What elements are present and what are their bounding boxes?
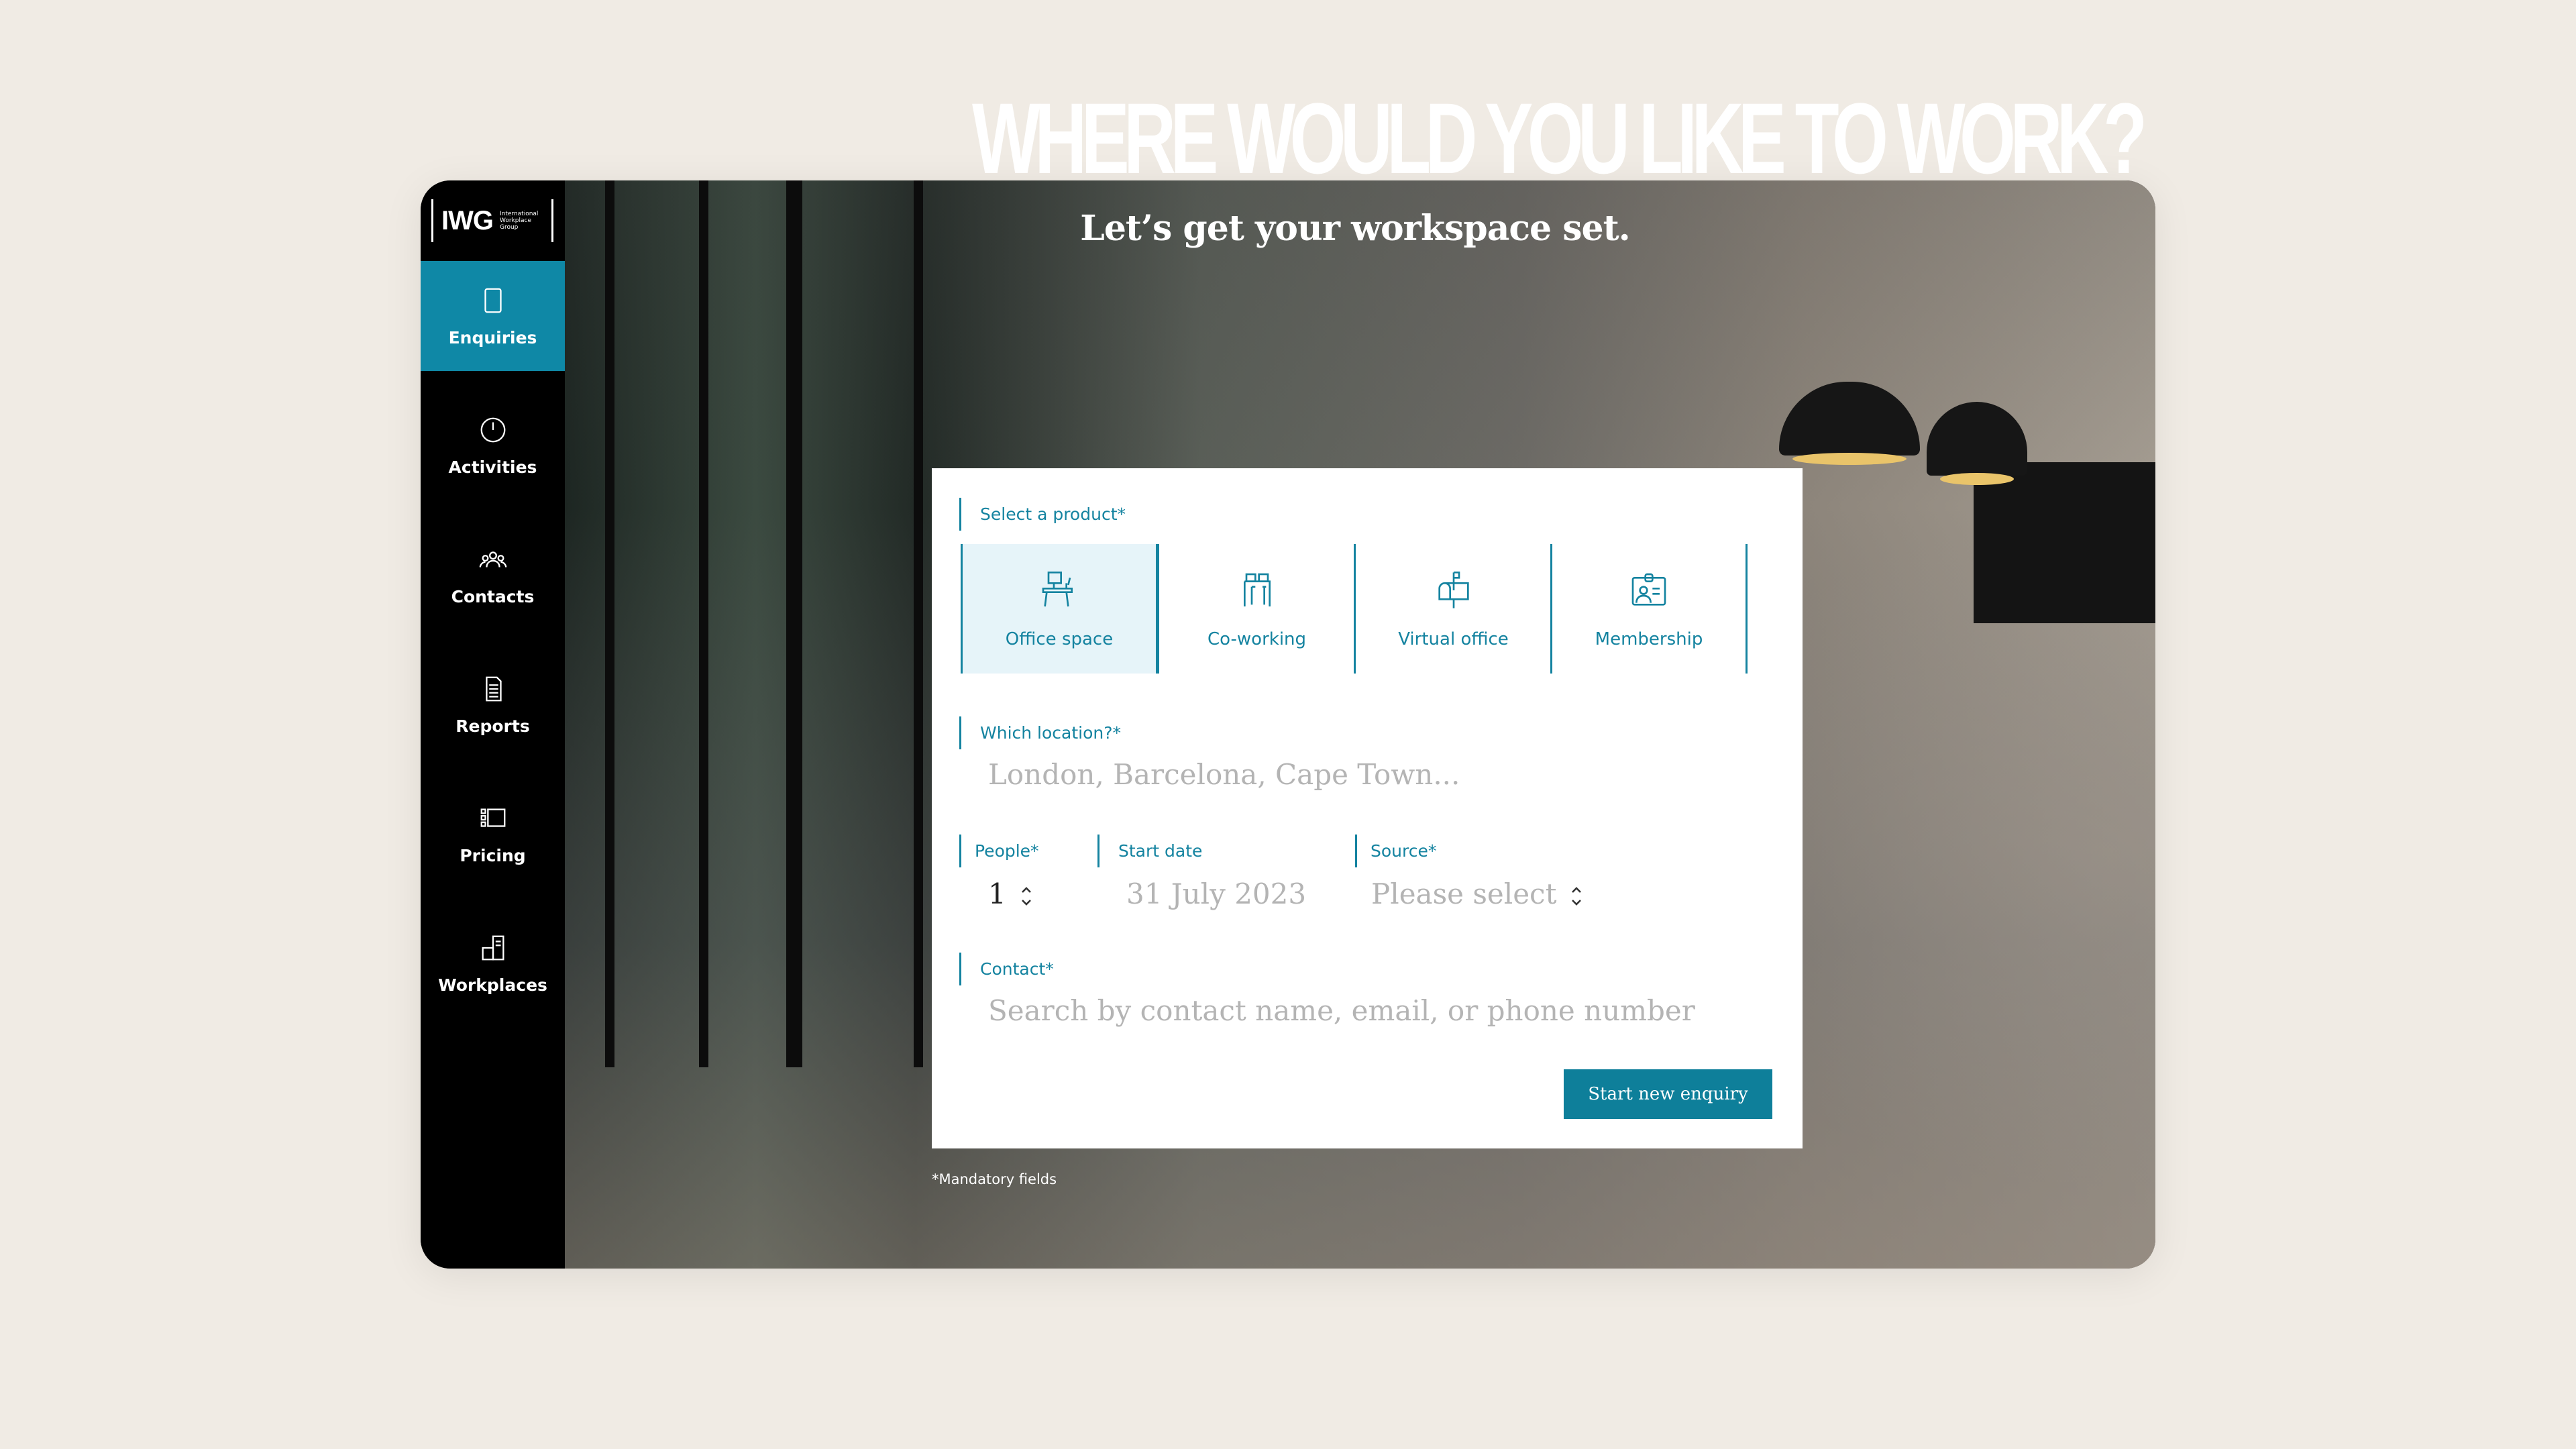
sidebar-item-contacts[interactable]: Contacts xyxy=(421,520,565,630)
sidebar-item-reports[interactable]: Reports xyxy=(421,649,565,759)
tablet-icon xyxy=(484,288,502,313)
hero-title: WHERE WOULD YOU LIKE TO WORK? xyxy=(972,82,2147,195)
location-label: Which location?* xyxy=(959,716,1121,749)
select-chevrons-icon xyxy=(1572,887,1582,906)
product-office-space[interactable]: Office space xyxy=(961,544,1158,674)
product-virtual-office[interactable]: Virtual office xyxy=(1354,544,1551,674)
document-icon xyxy=(485,676,502,701)
sidebar-item-enquiries[interactable]: Enquiries xyxy=(421,261,565,371)
mailbox-icon xyxy=(1438,571,1469,608)
people-stepper[interactable]: 1 xyxy=(988,877,1033,910)
product-membership[interactable]: Membership xyxy=(1550,544,1748,674)
enquiry-form: Select a product* Office space Co-workin… xyxy=(932,468,1803,1148)
desk-icon xyxy=(1042,571,1073,606)
id-card-icon xyxy=(1631,573,1666,606)
contact-label: Contact* xyxy=(959,953,1054,985)
pricing-icon xyxy=(480,808,505,827)
sidebar-item-workplaces[interactable]: Workplaces xyxy=(421,908,565,1018)
buildings-icon xyxy=(482,935,504,960)
sidebar-item-pricing[interactable]: Pricing xyxy=(421,779,565,889)
hero-subtitle: Let’s get your workspace set. xyxy=(1080,208,1630,249)
people-label: People* xyxy=(959,835,1039,867)
coworking-icon xyxy=(1243,573,1271,606)
product-label: Select a product* xyxy=(959,498,1126,531)
source-select[interactable]: Please select xyxy=(1371,877,1583,910)
start-date-label: Start date xyxy=(1097,835,1202,867)
source-label: Source* xyxy=(1355,835,1436,867)
location-input[interactable]: London, Barcelona, Cape Town... xyxy=(988,758,1773,791)
sidebar-item-activities[interactable]: Activities xyxy=(421,390,565,500)
sidebar: IWG International Workplace Group Enquirie… xyxy=(421,180,565,1269)
stepper-chevrons-icon[interactable] xyxy=(1020,883,1033,910)
people-icon xyxy=(479,551,506,568)
mandatory-note: *Mandatory fields xyxy=(932,1171,1057,1187)
clock-icon xyxy=(480,417,505,442)
start-new-enquiry-button[interactable]: Start new enquiry xyxy=(1564,1069,1772,1119)
contact-search-input[interactable]: Search by contact name, email, or phone … xyxy=(988,994,1773,1027)
product-co-working[interactable]: Co-working xyxy=(1157,544,1354,674)
iwg-logo: IWG International Workplace Group xyxy=(431,199,553,242)
start-date-input[interactable]: 31 July 2023 xyxy=(1126,877,1306,910)
